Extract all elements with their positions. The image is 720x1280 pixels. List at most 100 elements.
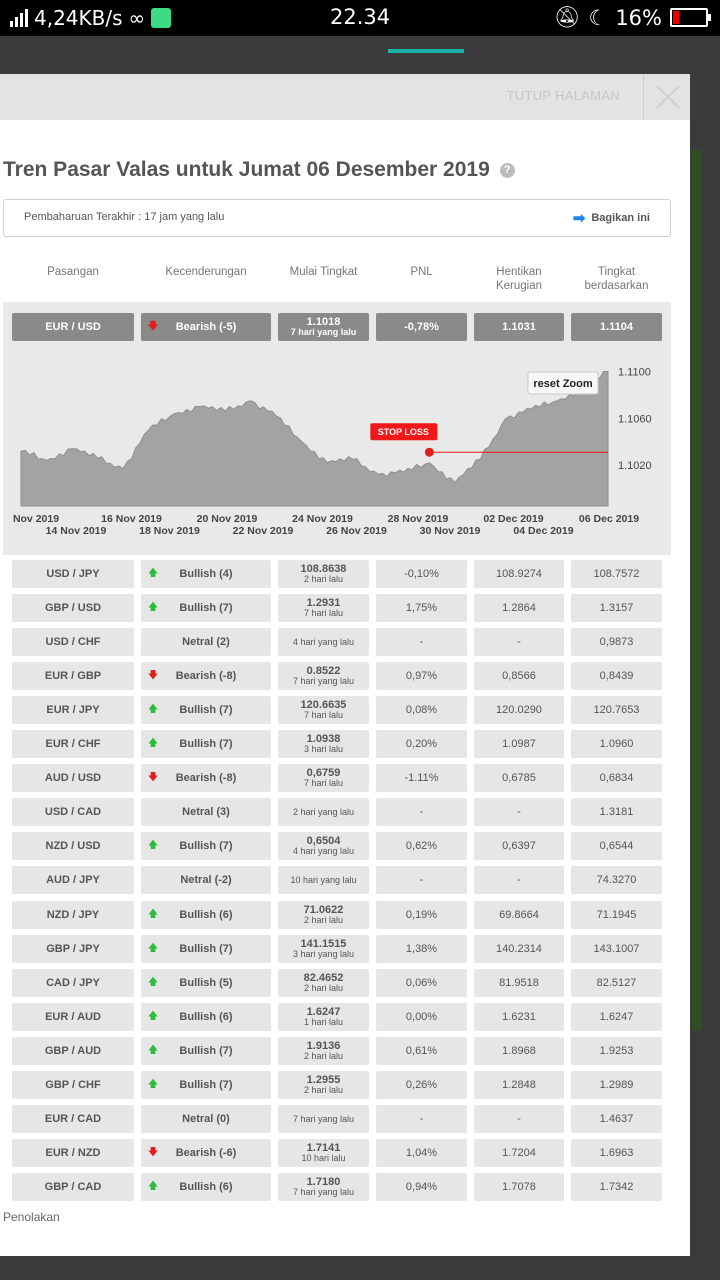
pair-cell[interactable]: EUR / GBP bbox=[12, 662, 134, 690]
trend-label: Bearish (-8) bbox=[175, 772, 237, 784]
rate-cell: 108.7572 bbox=[571, 560, 662, 588]
close-page-label[interactable]: TUTUP HALAMAN bbox=[507, 88, 620, 103]
featured-rate: 1.1104 bbox=[571, 313, 662, 341]
stoploss-cell: 81.9518 bbox=[474, 969, 564, 997]
trend-label: Bullish (4) bbox=[179, 568, 233, 580]
status-bar: 4,24KB/s ∞ 22.34 🔕︎ ☾ 16% bbox=[0, 0, 720, 36]
start-value: 1.6247 bbox=[306, 1006, 341, 1018]
start-value: 0,6504 bbox=[306, 835, 341, 847]
y-tick-label: 1.1060 bbox=[618, 413, 652, 425]
pair-cell[interactable]: EUR / NZD bbox=[12, 1139, 134, 1167]
rate-cell: 82.5127 bbox=[571, 969, 662, 997]
battery-level: 16% bbox=[615, 5, 662, 30]
start-value: 1.7180 bbox=[306, 1176, 341, 1188]
featured-pair-panel: EUR / USD 🡇 Bearish (-5) 1.1018 7 hari yan… bbox=[3, 302, 671, 555]
background-tabbar bbox=[0, 36, 720, 58]
trend-cell: 🡅 Bullish (7) bbox=[141, 696, 271, 724]
pair-cell[interactable]: GBP / CHF bbox=[12, 1071, 134, 1099]
pair-cell[interactable]: GBP / CAD bbox=[12, 1173, 134, 1201]
rate-cell: 120.7653 bbox=[571, 696, 662, 724]
x-tick-label: 30 Nov 2019 bbox=[420, 525, 481, 537]
eurusd-chart[interactable]: STOP LOSS 1.1100 1.1060 1.1020 Nov 2019 16 No… bbox=[3, 352, 671, 552]
pair-cell[interactable]: GBP / JPY bbox=[12, 935, 134, 963]
start-cell: 2 hari yang lalu bbox=[278, 798, 369, 826]
pair-cell[interactable]: EUR / CAD bbox=[12, 1105, 134, 1133]
stoploss-cell: 1.7078 bbox=[474, 1173, 564, 1201]
trend-label: Netral (2) bbox=[182, 636, 230, 648]
x-tick-label: 16 Nov 2019 bbox=[101, 513, 162, 525]
pair-cell[interactable]: GBP / AUD bbox=[12, 1037, 134, 1065]
start-value: 1.2931 bbox=[306, 597, 341, 609]
pair-cell[interactable]: GBP / USD bbox=[12, 594, 134, 622]
stoploss-cell: 1.2848 bbox=[474, 1071, 564, 1099]
trend-label: Bullish (7) bbox=[179, 704, 233, 716]
trend-cell: 🡅 Bullish (6) bbox=[141, 1003, 271, 1031]
stoploss-cell: 140.2314 bbox=[474, 935, 564, 963]
share-label: Bagikan ini bbox=[591, 212, 650, 224]
rate-cell: 71.1945 bbox=[571, 901, 662, 929]
stoploss-cell: 69.8664 bbox=[474, 901, 564, 929]
arrow-up-icon: 🡅 bbox=[147, 737, 159, 749]
pair-cell[interactable]: EUR / AUD bbox=[12, 1003, 134, 1031]
stoploss-cell: 1.8968 bbox=[474, 1037, 564, 1065]
pair-cell[interactable]: NZD / JPY bbox=[12, 901, 134, 929]
trend-cell: 🡅 Bullish (5) bbox=[141, 969, 271, 997]
pair-cell[interactable]: EUR / JPY bbox=[12, 696, 134, 724]
start-ago: 2 hari lalu bbox=[303, 1085, 344, 1095]
trend-cell: 🡅 Bullish (7) bbox=[141, 594, 271, 622]
share-button[interactable]: ➡ Bagikan ini bbox=[573, 209, 650, 227]
stoploss-cell: 1.7204 bbox=[474, 1139, 564, 1167]
stoploss-cell: - bbox=[474, 866, 564, 894]
arrow-up-icon: 🡅 bbox=[147, 601, 159, 613]
close-icon[interactable] bbox=[643, 74, 690, 120]
x-tick-label: 26 Nov 2019 bbox=[326, 525, 387, 537]
pair-cell[interactable]: NZD / USD bbox=[12, 832, 134, 860]
start-cell: 71.0622 2 hari lalu bbox=[278, 901, 369, 929]
start-ago: 2 hari yang lalu bbox=[292, 807, 355, 817]
trend-cell: 🡅 Bullish (7) bbox=[141, 730, 271, 758]
reset-zoom-label: reset Zoom bbox=[533, 378, 593, 390]
arrow-down-icon: 🡇 bbox=[147, 320, 159, 332]
header-pnl: PNL bbox=[410, 266, 433, 278]
header-start: Mulai Tingkat bbox=[289, 266, 358, 278]
start-cell: 1.2931 7 hari lalu bbox=[278, 594, 369, 622]
pair-cell[interactable]: EUR / CHF bbox=[12, 730, 134, 758]
trend-label: Bullish (7) bbox=[179, 1079, 233, 1091]
disclaimer-link[interactable]: Penolakan bbox=[3, 1210, 60, 1224]
start-value: 120.6635 bbox=[300, 699, 347, 711]
start-cell: 1.6247 1 hari lalu bbox=[278, 1003, 369, 1031]
trend-label: Bullish (5) bbox=[179, 977, 233, 989]
help-icon[interactable]: ? bbox=[499, 162, 515, 178]
pair-cell[interactable]: AUD / USD bbox=[12, 764, 134, 792]
pair-cell[interactable]: USD / CAD bbox=[12, 798, 134, 826]
x-tick-label: 22 Nov 2019 bbox=[233, 525, 294, 537]
x-tick-label: 04 Dec 2019 bbox=[513, 525, 573, 537]
network-speed: 4,24KB/s bbox=[34, 6, 123, 30]
start-value: 1.7141 bbox=[306, 1142, 341, 1154]
featured-pair[interactable]: EUR / USD bbox=[12, 313, 134, 341]
pair-cell[interactable]: USD / JPY bbox=[12, 560, 134, 588]
pair-cell[interactable]: USD / CHF bbox=[12, 628, 134, 656]
trend-label: Netral (3) bbox=[182, 806, 230, 818]
start-value: 1.2955 bbox=[306, 1074, 341, 1086]
page-title-text: Tren Pasar Valas untuk Jumat 06 Desember… bbox=[3, 158, 490, 181]
trend-cell: 🡅 Bullish (7) bbox=[141, 832, 271, 860]
pnl-cell: 0,62% bbox=[376, 832, 467, 860]
trend-label: Bullish (6) bbox=[179, 909, 233, 921]
trend-label: Netral (-2) bbox=[180, 874, 232, 886]
rate-cell: 143.1007 bbox=[571, 935, 662, 963]
y-tick-label: 1.1020 bbox=[618, 460, 652, 472]
stoploss-cell: 108.9274 bbox=[474, 560, 564, 588]
last-update: Pembaharuan Terakhir : 17 jam yang lalu bbox=[24, 211, 225, 223]
start-value: 0.8522 bbox=[306, 665, 341, 677]
trend-cell: 🡅 Bullish (7) bbox=[141, 1037, 271, 1065]
start-cell: 1.7141 10 hari lalu bbox=[278, 1139, 369, 1167]
arrow-up-icon: 🡅 bbox=[147, 567, 159, 579]
y-tick-label: 1.1100 bbox=[618, 367, 651, 379]
pair-cell[interactable]: CAD / JPY bbox=[12, 969, 134, 997]
mute-icon: 🔕︎ bbox=[553, 5, 581, 29]
featured-start-ago: 7 hari yang lalu bbox=[290, 327, 357, 337]
start-ago: 4 hari yang lalu bbox=[292, 846, 355, 856]
header-trend: Kecenderungan bbox=[165, 266, 247, 278]
pair-cell[interactable]: AUD / JPY bbox=[12, 866, 134, 894]
